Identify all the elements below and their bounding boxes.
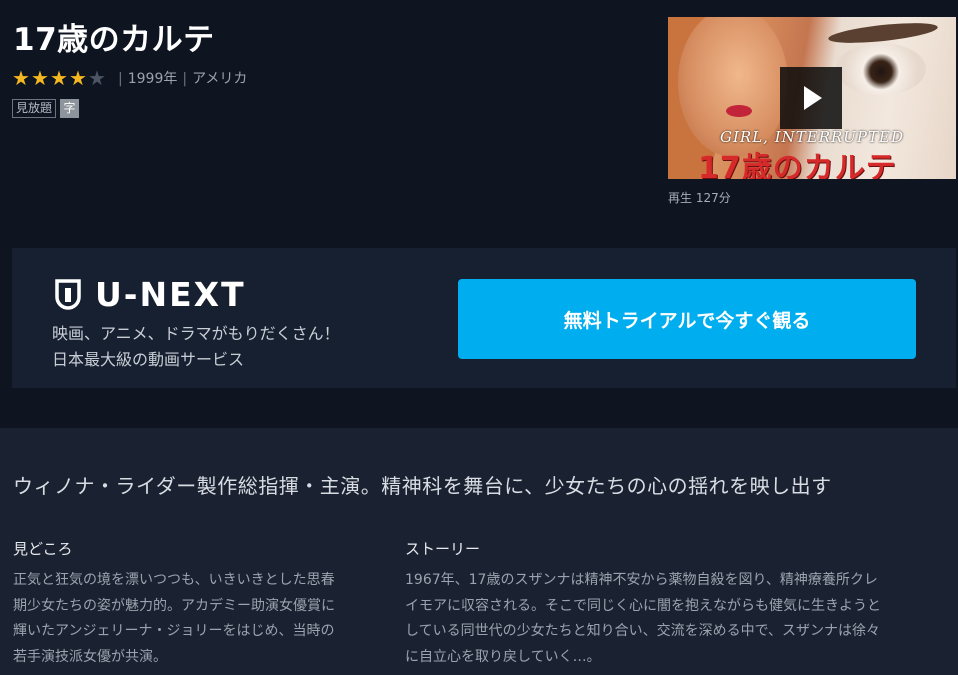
text-line: 1967年、17歳のスザンナは精神不安から薬物自殺を図り、精神療養所クレ	[405, 572, 878, 588]
video-thumbnail[interactable]: GIRL, INTERRUPTED 17歳のカルテ	[668, 17, 956, 179]
meta-info: | 1999年 | アメリカ	[113, 68, 247, 88]
separator: |	[118, 71, 123, 87]
star-icon: ★	[69, 66, 87, 90]
subtitle-badge: 字	[60, 99, 80, 118]
free-trial-button[interactable]: 無料トライアルで今すぐ観る	[458, 279, 916, 359]
thumbnail-japanese-title: 17歳のカルテ	[698, 151, 897, 179]
badge-row: 見放題 字	[12, 99, 80, 118]
play-icon	[804, 86, 822, 110]
text-line: している同世代の少女たちと知り合い、交流を深める中で、スザンナは徐々	[405, 623, 881, 639]
story-text: 1967年、17歳のスザンナは精神不安から薬物自殺を図り、精神療養所クレ イモア…	[405, 568, 958, 670]
text-line: イモアに収容される。そこで同じく心に闇を抱えながらも健気に生きようと	[405, 597, 881, 614]
star-icon: ★	[31, 66, 49, 90]
banner-tagline: 映画、アニメ、ドラマがもりだくさん！	[52, 324, 340, 343]
story-heading: ストーリー	[405, 540, 481, 558]
page-title: 17歳のカルテ	[13, 22, 215, 58]
thumbnail-art	[726, 105, 752, 117]
playback-label: 再生	[668, 191, 693, 205]
star-empty-icon: ★	[88, 66, 106, 90]
playback-info: 再生 127分	[668, 189, 731, 206]
text-line: 期少女たちの姿が魅力的。アカデミー助演女優賞に	[13, 597, 335, 614]
playback-duration: 127分	[695, 191, 731, 205]
highlights-text: 正気と狂気の境を漂いつつも、いきいきとした思春 期少女たちの姿が魅力的。アカデミ…	[13, 568, 388, 670]
release-year: 1999年	[127, 71, 178, 87]
text-line: 輝いたアンジェリーナ・ジョリーをはじめ、当時の	[13, 623, 335, 639]
text-line: 正気と狂気の境を漂いつつも、いきいきとした思春	[13, 572, 335, 588]
star-icon: ★	[12, 66, 30, 90]
banner-subtagline: 日本最大級の動画サービス	[52, 350, 245, 369]
shield-icon	[55, 278, 81, 310]
country: アメリカ	[192, 71, 248, 87]
logo-text: U-NEXT	[95, 275, 246, 314]
text-line: 若手演技派女優が共演。	[13, 648, 167, 665]
separator: |	[182, 71, 188, 87]
highlights-heading: 見どころ	[13, 540, 73, 558]
unext-promo-banner: U-NEXT 映画、アニメ、ドラマがもりだくさん！ 日本最大級の動画サービス 無…	[12, 248, 956, 388]
unext-logo: U-NEXT	[55, 275, 246, 314]
thumbnail-art	[836, 43, 926, 95]
star-icon: ★	[50, 66, 68, 90]
catchphrase: ウィノナ・ライダー製作総指揮・主演。精神科を舞台に、少女たちの心の揺れを映し出す	[13, 474, 832, 498]
title-section: 17歳のカルテ ★ ★ ★ ★ ★ | 1999年 | アメリカ 見放題 字 GIRL…	[0, 0, 958, 428]
play-button[interactable]	[780, 67, 842, 129]
unlimited-badge: 見放題	[12, 99, 57, 118]
text-line: に自立心を取り戻していく…。	[405, 648, 601, 665]
description-section: ウィノナ・ライダー製作総指揮・主演。精神科を舞台に、少女たちの心の揺れを映し出す…	[0, 428, 958, 675]
rating-row: ★ ★ ★ ★ ★ | 1999年 | アメリカ	[12, 68, 247, 88]
